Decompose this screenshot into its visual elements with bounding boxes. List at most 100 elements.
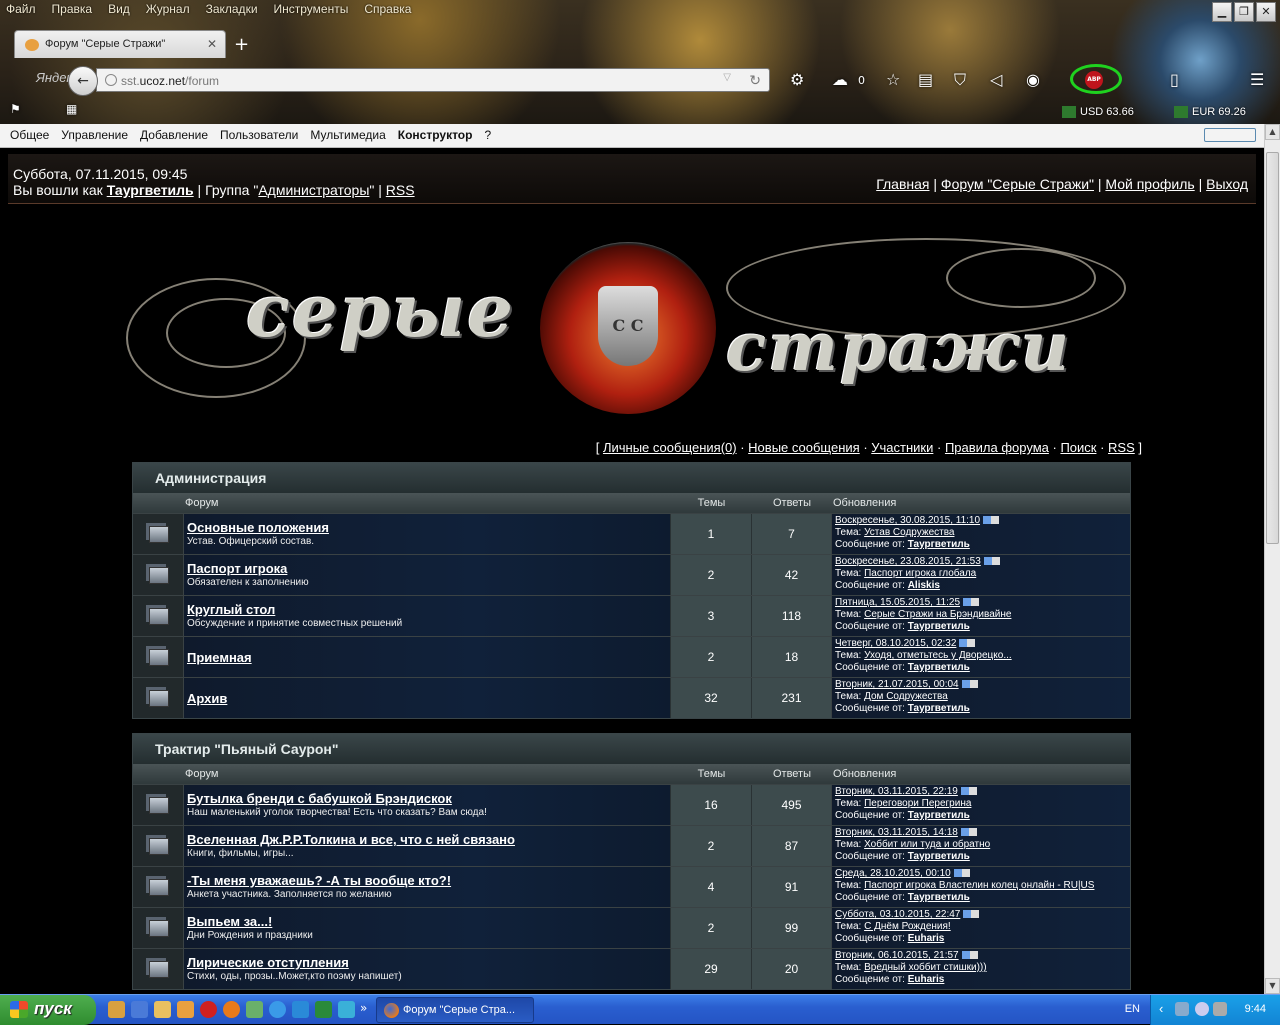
ql-icon[interactable] — [108, 1001, 125, 1018]
nav-home[interactable]: Главная — [876, 176, 929, 192]
tray-chevron-icon[interactable]: ‹ — [1159, 1001, 1163, 1016]
forum-link[interactable]: Вселенная Дж.Р.Р.Толкина и все, что с не… — [187, 832, 670, 847]
rules-link[interactable]: Правила форума — [945, 440, 1049, 455]
nav-logout[interactable]: Выход — [1206, 176, 1248, 192]
scroll-down-icon[interactable]: ▼ — [1265, 978, 1280, 994]
go-to-post-icon[interactable] — [953, 869, 970, 878]
nav-forum[interactable]: Форум "Серые Стражи" — [941, 176, 1094, 192]
menu-help[interactable]: Справка — [364, 2, 411, 16]
admin-general[interactable]: Общее — [10, 128, 49, 147]
weather-icon[interactable]: ☁ — [832, 70, 848, 89]
nav-profile[interactable]: Мой профиль — [1105, 176, 1194, 192]
battery-icon[interactable]: ▯ — [1170, 70, 1179, 89]
last-author-link[interactable]: Euharis — [908, 974, 945, 985]
last-author-link[interactable]: Таургветиль — [908, 703, 970, 714]
hamburger-menu-icon[interactable]: ☰ — [1250, 70, 1264, 89]
admin-multimedia[interactable]: Мультимедиа — [310, 128, 385, 147]
last-topic-link[interactable]: Дом Содружества — [864, 691, 948, 702]
ql-icon[interactable] — [269, 1001, 286, 1018]
start-button[interactable]: пуск — [0, 995, 96, 1025]
bookmarks-list-icon[interactable]: ▤ — [918, 70, 933, 89]
last-post-date-link[interactable]: Вторник, 06.10.2015, 21:57 — [835, 950, 959, 961]
search-link[interactable]: Поиск — [1060, 440, 1096, 455]
pm-link[interactable]: Личные сообщения(0) — [603, 440, 737, 455]
last-topic-link[interactable]: Уходя, отметьтесь у Дворецко... — [864, 650, 1012, 661]
forum-link[interactable]: Выпьем за...! — [187, 914, 670, 929]
pocket-icon[interactable]: ⛉ — [954, 70, 966, 90]
last-post-date-link[interactable]: Четверг, 08.10.2015, 02:32 — [835, 638, 956, 649]
admin-users[interactable]: Пользователи — [220, 128, 298, 147]
go-to-post-icon[interactable] — [960, 828, 977, 837]
last-post-date-link[interactable]: Суббота, 03.10.2015, 22:47 — [835, 909, 960, 920]
last-author-link[interactable]: Euharis — [908, 933, 945, 944]
menu-bookmarks[interactable]: Закладки — [206, 2, 258, 16]
site-logo[interactable]: серые С С стражи — [126, 238, 1132, 418]
username-link[interactable]: Таургветиль — [107, 182, 194, 198]
scroll-thumb[interactable] — [1266, 152, 1279, 544]
language-indicator[interactable]: EN — [1125, 1003, 1140, 1015]
new-tab-icon[interactable]: + — [234, 34, 249, 55]
last-author-link[interactable]: Таургветиль — [908, 621, 970, 632]
volume-icon[interactable] — [1213, 1002, 1227, 1016]
ql-icon[interactable] — [338, 1001, 355, 1018]
last-post-date-link[interactable]: Воскресенье, 30.08.2015, 11:10 — [835, 515, 980, 526]
go-to-post-icon[interactable] — [960, 787, 977, 796]
close-window-button[interactable]: ✕ — [1256, 2, 1276, 22]
admin-slider[interactable] — [1204, 128, 1256, 142]
forum-link[interactable]: Бутылка бренди с бабушкой Брэндискок — [187, 791, 670, 806]
menu-tools[interactable]: Инструменты — [274, 2, 349, 16]
share-icon[interactable]: ◁ — [990, 70, 1002, 89]
forum-link[interactable]: -Ты меня уважаешь? -А ты вообще кто?! — [187, 873, 670, 888]
ql-icon[interactable] — [315, 1001, 332, 1018]
ql-icon[interactable] — [154, 1001, 171, 1018]
opera-icon[interactable] — [200, 1001, 217, 1018]
minimize-button[interactable]: ▁ — [1212, 2, 1232, 22]
menu-file[interactable]: Файл — [6, 2, 36, 16]
vertical-scrollbar[interactable]: ▲ ▼ — [1264, 124, 1280, 994]
last-author-link[interactable]: Таургветиль — [908, 539, 970, 550]
go-to-post-icon[interactable] — [961, 951, 978, 960]
category-title[interactable]: Администрация — [133, 463, 1130, 493]
forum-link[interactable]: Круглый стол — [187, 602, 670, 617]
last-topic-link[interactable]: Паспорт игрока Властелин колец онлайн - … — [864, 880, 1094, 891]
toolbar-extension-icon[interactable]: ⚑ — [10, 102, 21, 116]
scroll-up-icon[interactable]: ▲ — [1265, 124, 1280, 140]
go-to-post-icon[interactable] — [963, 598, 980, 607]
forum-link[interactable]: Паспорт игрока — [187, 561, 670, 576]
ql-icon[interactable] — [246, 1001, 263, 1018]
forum-link[interactable]: Архив — [187, 691, 670, 706]
admin-add[interactable]: Добавление — [140, 128, 208, 147]
reload-icon[interactable]: ↻ — [749, 72, 761, 89]
last-post-date-link[interactable]: Среда, 28.10.2015, 00:10 — [835, 868, 951, 879]
last-post-date-link[interactable]: Вторник, 21.07.2015, 00:04 — [835, 679, 959, 690]
quick-launch-more[interactable]: » — [360, 1001, 367, 1015]
ql-icon[interactable] — [131, 1001, 148, 1018]
rss-link[interactable]: RSS — [1108, 440, 1135, 455]
url-bar[interactable]: sst.ucoz.net/forum ▽ ↻ — [96, 68, 770, 92]
members-link[interactable]: Участники — [871, 440, 933, 455]
forum-link[interactable]: Приемная — [187, 650, 670, 665]
last-topic-link[interactable]: Серые Стражи на Брэндивайне — [864, 609, 1011, 620]
last-author-link[interactable]: Таургветиль — [908, 662, 970, 673]
last-topic-link[interactable]: С Днём Рождения! — [864, 921, 951, 932]
go-to-post-icon[interactable] — [963, 910, 980, 919]
rss-link[interactable]: RSS — [386, 182, 415, 198]
taskbar-firefox-window[interactable]: Форум "Серые Стра... — [376, 997, 534, 1023]
url-dropdown-icon[interactable]: ▽ — [723, 72, 731, 83]
go-to-post-icon[interactable] — [983, 516, 1000, 525]
new-messages-link[interactable]: Новые сообщения — [748, 440, 860, 455]
group-link[interactable]: Администраторы — [258, 182, 369, 198]
last-post-date-link[interactable]: Вторник, 03.11.2015, 22:19 — [835, 786, 958, 797]
go-to-post-icon[interactable] — [983, 557, 1000, 566]
back-button[interactable]: ← — [68, 66, 98, 96]
last-author-link[interactable]: Aliskis — [908, 580, 940, 591]
go-to-post-icon[interactable] — [959, 639, 976, 648]
ql-icon[interactable] — [292, 1001, 309, 1018]
last-topic-link[interactable]: Переговори Перегрина — [864, 798, 971, 809]
last-post-date-link[interactable]: Воскресенье, 23.08.2015, 21:53 — [835, 556, 981, 567]
maximize-button[interactable]: ❐ — [1234, 2, 1254, 22]
browser-tab[interactable]: Форум "Серые Стражи" ✕ — [14, 30, 226, 58]
last-topic-link[interactable]: Устав Содружества — [864, 527, 954, 538]
admin-constructor[interactable]: Конструктор — [398, 128, 473, 147]
ql-icon[interactable] — [177, 1001, 194, 1018]
